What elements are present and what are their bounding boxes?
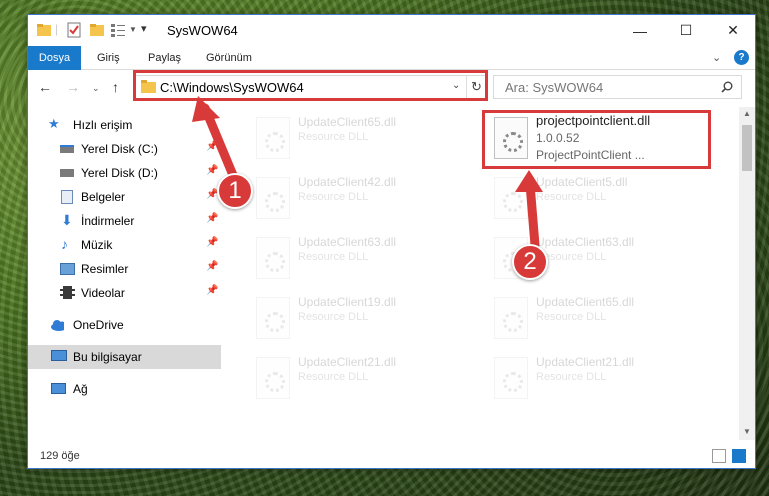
step-1-badge: 1	[217, 173, 253, 209]
arrow-2-head	[515, 170, 543, 192]
annotation-arrows	[192, 96, 543, 250]
arrow-1-head	[192, 96, 220, 122]
step-2-badge: 2	[512, 244, 548, 280]
